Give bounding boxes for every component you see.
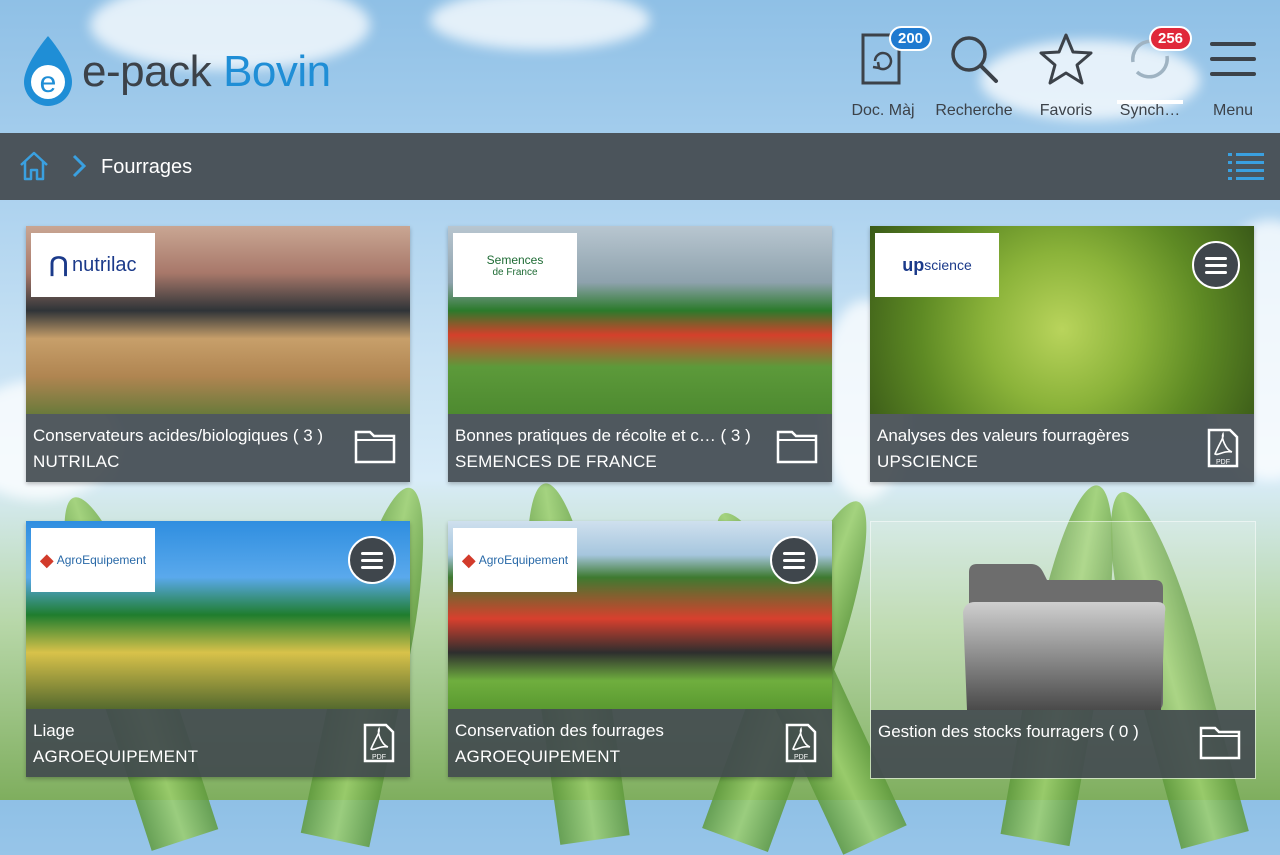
nav-recherche[interactable]: Recherche — [930, 28, 1018, 120]
pdf-label: PDF — [794, 754, 808, 761]
hamburger-icon — [1208, 28, 1258, 90]
nutrilac-mark-icon: ⋂ — [49, 252, 69, 277]
tile-subtitle: AGROEQUIPEMENT — [455, 747, 621, 766]
agroequipement-mark-icon: ◆ — [39, 549, 54, 570]
star-icon — [1038, 28, 1094, 90]
synch-badge: 256 — [1149, 26, 1193, 51]
brand-agroequipement-text: AgroEquipement — [56, 553, 147, 567]
brand-agroequipement-text: AgroEquipement — [478, 553, 569, 567]
tile-conservation[interactable]: ◆ AgroEquipement Conservation des fourra… — [448, 521, 832, 777]
synch-progress-indicator — [1117, 100, 1183, 104]
tile-caption: Analyses des valeurs fourragères UPSCIEN… — [870, 414, 1254, 482]
brand-logo-upscience: up science — [875, 233, 999, 297]
pdf-icon: PDF — [784, 723, 818, 768]
chevron-right-icon — [72, 154, 87, 183]
home-icon[interactable] — [18, 150, 50, 187]
tile-subtitle: AGROEQUIPEMENT — [33, 747, 199, 766]
tile-subtitle: UPSCIENCE — [877, 452, 978, 471]
tile-caption: Conservateurs acides/biologiques ( 3 ) N… — [26, 414, 410, 482]
nav-menu-label: Menu — [1212, 102, 1254, 119]
nav-favoris-label: Favoris — [1039, 102, 1093, 119]
pdf-icon: PDF — [1206, 428, 1240, 473]
nav-synch[interactable]: 256 Synch… — [1112, 26, 1193, 120]
sync-icon: 256 — [1123, 26, 1193, 90]
nav-synch-label: Synch… — [1119, 102, 1181, 119]
brand-logo-agroequipement: ◆ AgroEquipement — [453, 528, 577, 592]
tile-options-button[interactable] — [1192, 241, 1240, 289]
droplet-logo-icon: e — [18, 34, 78, 110]
tile-title: Gestion des stocks fourragers ( 0 ) — [878, 722, 1139, 741]
app-name-part-1: e-pack — [82, 47, 212, 96]
large-folder-icon — [963, 564, 1166, 710]
brand-semences-text-2: de France — [492, 266, 538, 278]
folder-icon — [1199, 724, 1241, 765]
pdf-icon: PDF — [362, 723, 396, 768]
document-sync-icon: 200 — [861, 26, 933, 90]
tile-bonnes-pratiques[interactable]: Semences de France Bonnes pratiques de r… — [448, 226, 832, 482]
brand-upscience-text-2: science — [924, 257, 972, 273]
tile-gestion-stocks[interactable]: Gestion des stocks fourragers ( 0 ) — [870, 521, 1256, 779]
app-name-part-2: Bovin — [223, 47, 331, 96]
brand-logo-nutrilac: ⋂ nutrilac — [31, 233, 155, 297]
tile-caption: Conservation des fourrages AGROEQUIPEMEN… — [448, 709, 832, 777]
tile-caption: Bonnes pratiques de récolte et c… ( 3 ) … — [448, 414, 832, 482]
folder-icon — [776, 428, 818, 469]
nav-doc-maj[interactable]: 200 Doc. Màj — [844, 26, 933, 120]
app-logo[interactable]: e e-pack Bovin — [18, 34, 331, 110]
breadcrumb: Fourrages — [0, 133, 1280, 200]
tile-caption: Gestion des stocks fourragers ( 0 ) — [871, 710, 1255, 778]
nav-menu[interactable]: Menu — [1200, 28, 1266, 120]
pdf-label: PDF — [372, 754, 386, 761]
brand-semences-text-1: Semences — [486, 252, 544, 267]
folder-icon — [354, 428, 396, 469]
tile-conservateurs[interactable]: ⋂ nutrilac Conservateurs acides/biologiq… — [26, 226, 410, 482]
tile-title: Conservateurs acides/biologiques ( 3 ) — [33, 426, 324, 445]
tile-image-folder — [871, 522, 1255, 710]
nav-doc-maj-label: Doc. Màj — [851, 102, 915, 119]
brand-logo-agroequipement: ◆ AgroEquipement — [31, 528, 155, 592]
tile-title: Liage — [33, 721, 75, 740]
tile-analyses[interactable]: up science Analyses des valeurs fourragèr… — [870, 226, 1254, 482]
tile-subtitle: NUTRILAC — [33, 452, 120, 471]
brand-upscience-text-1: up — [902, 254, 925, 275]
brand-nutrilac-text: nutrilac — [72, 253, 137, 276]
tile-title: Conservation des fourrages — [455, 721, 664, 740]
app-name: e-pack Bovin — [82, 47, 331, 97]
doc-maj-badge: 200 — [889, 26, 933, 51]
tile-subtitle: SEMENCES DE FRANCE — [455, 452, 657, 471]
pdf-label: PDF — [1216, 459, 1230, 466]
search-icon — [948, 28, 1000, 90]
tile-title: Analyses des valeurs fourragères — [877, 426, 1130, 445]
brand-logo-semences-de-france: Semences de France — [453, 233, 577, 297]
tile-options-button[interactable] — [348, 536, 396, 584]
tile-title: Bonnes pratiques de récolte et c… ( 3 ) — [455, 426, 751, 445]
tile-caption: Liage AGROEQUIPEMENT PDF — [26, 709, 410, 777]
nav-favoris[interactable]: Favoris — [1030, 28, 1102, 120]
tile-liage[interactable]: ◆ AgroEquipement Liage AGROEQUIPEMENT PD… — [26, 521, 410, 777]
tile-options-button[interactable] — [770, 536, 818, 584]
app-header: e e-pack Bovin 200 Doc. Màj Recherche Fa… — [0, 0, 1280, 133]
list-view-icon[interactable] — [1228, 151, 1264, 188]
agroequipement-mark-icon: ◆ — [461, 549, 476, 570]
breadcrumb-current: Fourrages — [101, 156, 193, 178]
nav-recherche-label: Recherche — [935, 102, 1013, 119]
logo-letter: e — [40, 66, 57, 99]
